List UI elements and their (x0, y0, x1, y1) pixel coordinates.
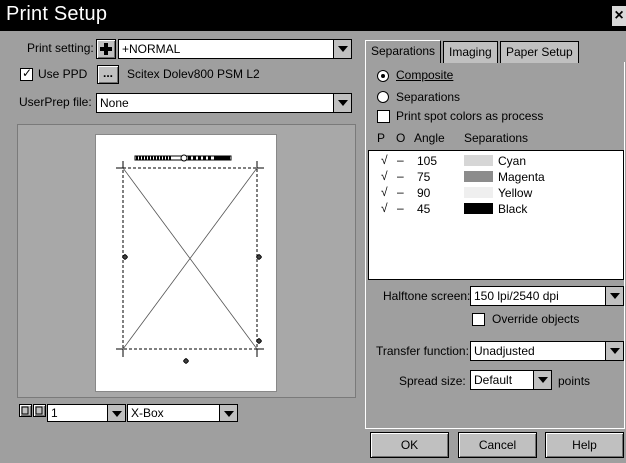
print-setting-dropdown[interactable]: +NORMAL (118, 39, 352, 59)
chevron-down-icon[interactable] (333, 94, 351, 112)
list-item[interactable]: √ – 75 Magenta (369, 169, 625, 185)
page-number-value: 1 (51, 406, 58, 420)
spread-size-dropdown[interactable]: Default (470, 370, 552, 390)
print-check[interactable]: √ (381, 185, 388, 199)
spread-size-label: Spread size: (399, 374, 466, 388)
color-swatch (464, 203, 493, 214)
angle-value: 45 (417, 202, 431, 216)
print-check[interactable]: √ (381, 153, 388, 167)
page-prev-button[interactable] (19, 404, 32, 417)
transfer-function-value: Unadjusted (474, 344, 535, 358)
cancel-button[interactable]: Cancel (458, 432, 537, 458)
header-angle: Angle (414, 131, 445, 145)
page-next-icon (35, 406, 43, 415)
help-button[interactable]: Help (545, 432, 624, 458)
spot-colors-checkbox[interactable] (377, 110, 390, 123)
color-swatch (464, 155, 493, 166)
title-bar[interactable]: Print Setup × (0, 0, 626, 31)
tab-imaging[interactable]: Imaging (443, 41, 498, 63)
page-number-dropdown[interactable]: 1 (47, 404, 126, 422)
halftone-dropdown[interactable]: 150 lpi/2540 dpi (470, 286, 624, 306)
angle-value: 90 (417, 186, 431, 200)
page-prev-icon (21, 406, 29, 415)
list-item[interactable]: √ – 45 Black (369, 201, 625, 217)
header-print: P (377, 131, 386, 145)
userprep-value: None (100, 96, 129, 110)
separation-name: Black (498, 202, 528, 216)
chevron-down-icon[interactable] (605, 287, 623, 305)
angle-value: 105 (417, 154, 438, 168)
print-setting-value: +NORMAL (122, 42, 181, 56)
spread-unit-label: points (558, 374, 591, 388)
halftone-value: 150 lpi/2540 dpi (474, 289, 559, 303)
list-item[interactable]: √ – 105 Cyan (369, 153, 625, 169)
print-check[interactable]: √ (381, 169, 388, 183)
separations-radio[interactable] (377, 91, 389, 103)
page-next-button[interactable] (33, 404, 46, 417)
color-swatch (464, 171, 493, 182)
chevron-down-icon[interactable] (605, 342, 623, 360)
angle-value: 75 (417, 170, 431, 184)
spot-colors-label: Print spot colors as process (396, 109, 544, 123)
override-mark[interactable]: – (397, 169, 404, 183)
spread-size-value: Default (474, 373, 513, 387)
userprep-label: UserPrep file: (19, 95, 92, 109)
print-setting-label: Print setting: (27, 41, 94, 55)
print-check[interactable]: √ (381, 201, 388, 215)
chevron-down-icon[interactable] (107, 405, 125, 421)
page-preview (95, 134, 277, 392)
preview-graphic (116, 154, 264, 364)
print-setup-dialog: Print Setup × Print setting: +NORMAL Use… (0, 0, 626, 463)
separation-name: Yellow (498, 186, 533, 200)
override-objects-label: Override objects (492, 312, 580, 326)
composite-label: Composite (396, 68, 454, 82)
halftone-label: Halftone screen: (383, 289, 471, 303)
window-title: Print Setup (6, 3, 108, 25)
ppd-browse-button[interactable]: ... (97, 65, 119, 84)
tab-paper-setup[interactable]: Paper Setup (500, 41, 579, 63)
separation-name: Cyan (498, 154, 527, 168)
override-objects-checkbox[interactable] (472, 313, 485, 326)
tab-separations[interactable]: Separations (365, 40, 442, 63)
ppd-name: Scitex Dolev800 PSM L2 (127, 67, 260, 81)
tab-imaging-label: Imaging (449, 45, 492, 59)
separations-list[interactable]: √ – 105 Cyan √ – 75 Magenta √ – 90 Yello… (368, 150, 624, 280)
override-mark[interactable]: – (397, 153, 404, 167)
list-item[interactable]: √ – 90 Yellow (369, 185, 625, 201)
override-mark[interactable]: – (397, 185, 404, 199)
tab-paper-setup-label: Paper Setup (506, 45, 573, 59)
transfer-function-label: Transfer function: (376, 344, 469, 358)
chevron-down-icon[interactable] (219, 405, 237, 421)
add-setting-button[interactable] (96, 39, 116, 59)
separation-name: Magenta (498, 170, 545, 184)
ok-button[interactable]: OK (370, 432, 449, 458)
override-mark[interactable]: – (397, 201, 404, 215)
use-ppd-checkbox[interactable] (20, 66, 33, 81)
color-swatch (464, 187, 493, 198)
view-mode-value: X-Box (131, 406, 164, 420)
tab-separations-label: Separations (371, 44, 436, 58)
use-ppd-label: Use PPD (38, 67, 88, 81)
view-mode-dropdown[interactable]: X-Box (127, 404, 238, 422)
transfer-function-dropdown[interactable]: Unadjusted (470, 341, 624, 361)
close-button[interactable]: × (612, 6, 626, 26)
plus-icon (100, 43, 112, 55)
chevron-down-icon[interactable] (533, 371, 551, 389)
composite-radio[interactable] (377, 70, 389, 82)
separations-radio-label: Separations (396, 90, 461, 104)
header-override: O (396, 131, 406, 145)
userprep-dropdown[interactable]: None (96, 93, 352, 113)
chevron-down-icon[interactable] (333, 40, 351, 58)
header-separations: Separations (464, 131, 529, 145)
